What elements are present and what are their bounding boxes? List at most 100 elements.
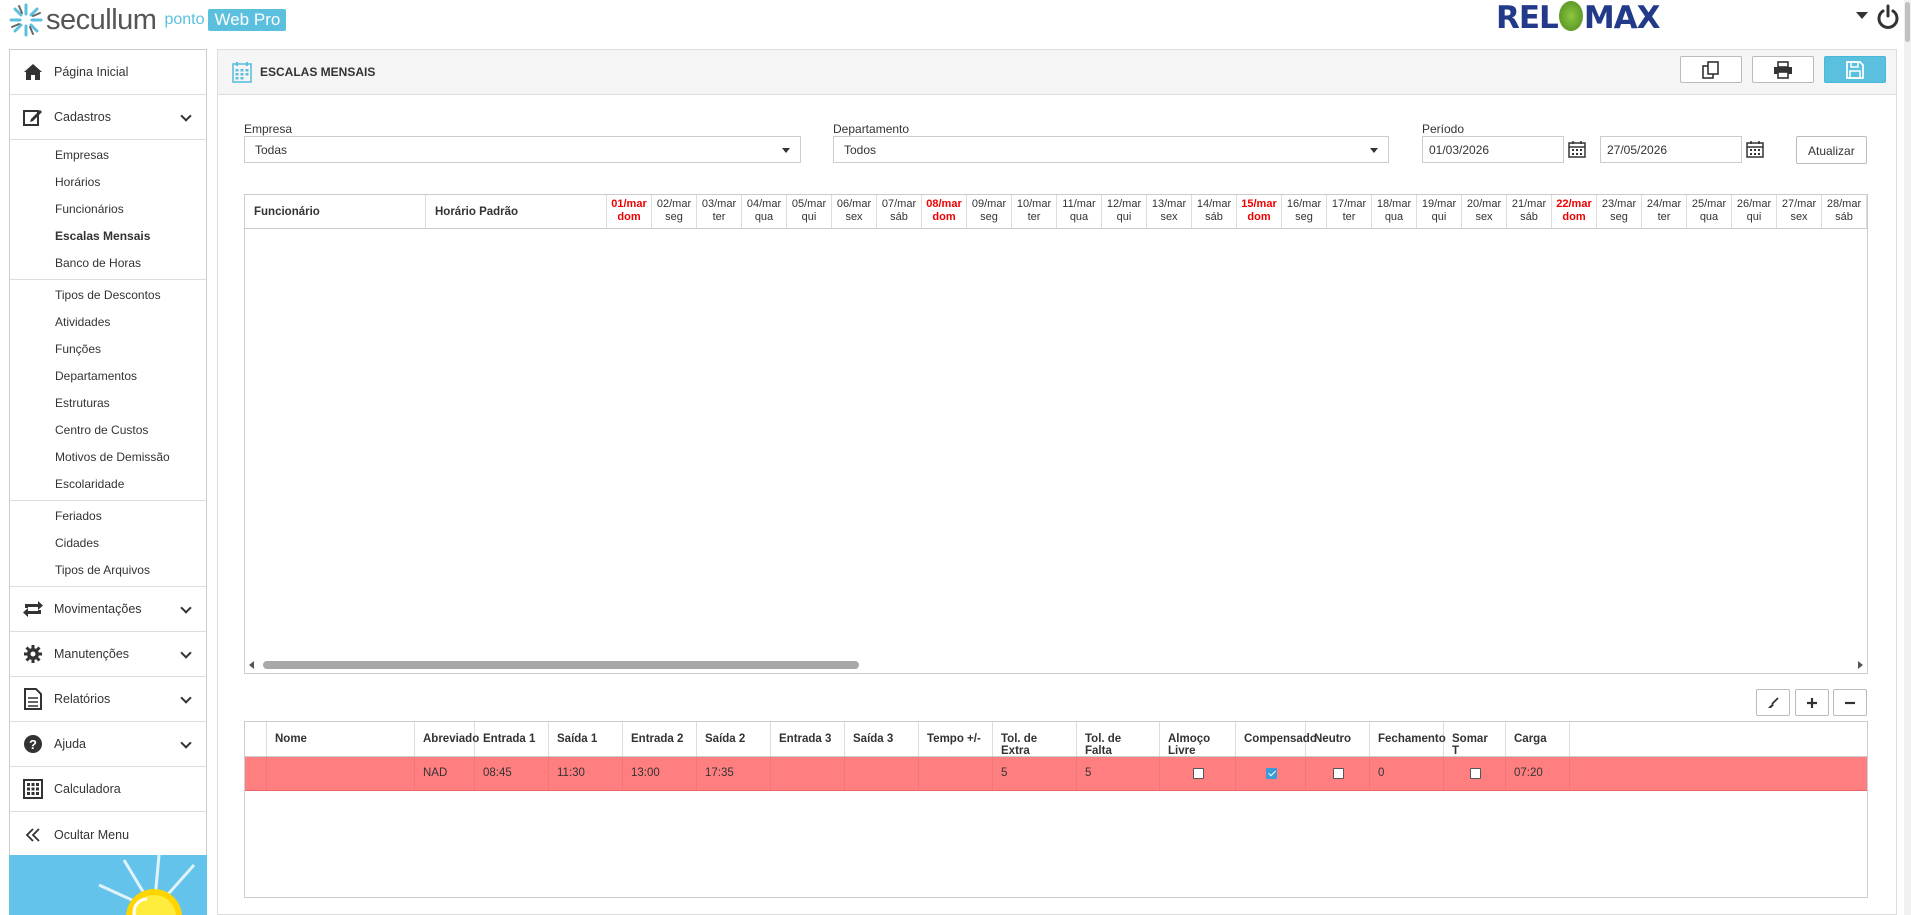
cell-entrada1[interactable]: 08:45 — [475, 757, 549, 790]
clear-button[interactable] — [1756, 689, 1790, 716]
cell-almoco_livre[interactable] — [1160, 757, 1236, 790]
period-start-input[interactable]: 01/03/2026 — [1422, 136, 1564, 163]
nav-relatorios[interactable]: Relatórios — [10, 677, 206, 722]
sidebar-item-atividades[interactable]: Atividades — [10, 309, 206, 336]
col-header[interactable]: Entrada 2 — [623, 722, 697, 756]
col-header[interactable]: Entrada 1 — [475, 722, 549, 756]
day-column-header[interactable]: 14/mar sáb — [1192, 195, 1237, 228]
col-header[interactable] — [245, 722, 267, 756]
copy-button[interactable] — [1680, 56, 1742, 83]
day-column-header[interactable]: 03/mar ter — [697, 195, 742, 228]
print-button[interactable] — [1752, 56, 1814, 83]
cell-saida1[interactable]: 11:30 — [549, 757, 623, 790]
day-column-header[interactable]: 08/mar dom — [922, 195, 967, 228]
sidebar-item-motivos-de-demissao[interactable]: Motivos de Demissão — [10, 444, 206, 471]
secullum-logo[interactable]: secullum ponto Web Pro — [8, 2, 287, 38]
scroll-left-arrow-icon[interactable] — [249, 661, 254, 669]
sidebar-item-cidades[interactable]: Cidades — [10, 530, 206, 557]
col-header[interactable]: Saída 2 — [697, 722, 771, 756]
page-scrollbar-thumb[interactable] — [1905, 2, 1910, 42]
col-header[interactable]: Compensado — [1236, 722, 1317, 756]
scroll-right-arrow-icon[interactable] — [1858, 661, 1863, 669]
cell-compensado[interactable] — [1236, 757, 1306, 790]
day-column-header[interactable]: 20/mar sex — [1462, 195, 1507, 228]
day-column-header[interactable]: 19/mar qui — [1417, 195, 1462, 228]
col-header[interactable]: Abreviado — [415, 722, 479, 756]
add-row-button[interactable] — [1795, 689, 1829, 716]
col-header[interactable]: Carga — [1506, 722, 1570, 756]
day-column-header[interactable]: 17/mar ter — [1327, 195, 1372, 228]
cell-nome[interactable] — [267, 757, 415, 790]
horizontal-scrollbar[interactable] — [245, 657, 1867, 673]
sidebar-item-estruturas[interactable]: Estruturas — [10, 390, 206, 417]
cell-tempo[interactable] — [919, 757, 993, 790]
cell-entrada2[interactable]: 13:00 — [623, 757, 697, 790]
page-scrollbar[interactable] — [1904, 0, 1911, 915]
cell-fechamento[interactable]: 0 — [1370, 757, 1444, 790]
day-column-header[interactable]: 07/mar sáb — [877, 195, 922, 228]
sidebar-item-funcionarios[interactable]: Funcionários — [10, 196, 206, 223]
col-header[interactable]: Saída 3 — [845, 722, 919, 756]
save-button[interactable] — [1824, 56, 1886, 83]
col-header[interactable]: Almoço Livre — [1160, 722, 1236, 757]
day-column-header[interactable]: 13/mar sex — [1147, 195, 1192, 228]
sidebar-item-departamentos[interactable]: Departamentos — [10, 363, 206, 390]
day-column-header[interactable]: 12/mar qui — [1102, 195, 1147, 228]
cell-tol-falta[interactable]: 5 — [1077, 757, 1160, 790]
sidebar-item-escalas-mensais[interactable]: Escalas Mensais — [10, 223, 206, 250]
sidebar-item-banco-de-horas[interactable]: Banco de Horas — [10, 250, 206, 277]
day-column-header[interactable]: 05/mar qui — [787, 195, 832, 228]
nav-calculadora[interactable]: Calculadora — [10, 767, 206, 812]
day-column-header[interactable]: 10/mar ter — [1012, 195, 1057, 228]
somar-t-checkbox[interactable] — [1469, 768, 1481, 779]
cell-somar_t[interactable] — [1444, 757, 1506, 790]
day-column-header[interactable]: 25/mar qua — [1687, 195, 1732, 228]
day-column-header[interactable]: 24/mar ter — [1642, 195, 1687, 228]
day-column-header[interactable]: 26/mar qui — [1732, 195, 1777, 228]
day-column-header[interactable]: 23/mar seg — [1597, 195, 1642, 228]
sidebar-item-feriados[interactable]: Feriados — [10, 503, 206, 530]
cell-carga[interactable]: 07:20 — [1506, 757, 1570, 790]
almoco-livre-checkbox[interactable] — [1192, 768, 1204, 779]
col-horario-padrao[interactable]: Horário Padrão — [426, 195, 607, 228]
col-header[interactable]: Neutro — [1306, 722, 1370, 756]
departamento-select[interactable]: Todos — [833, 136, 1389, 163]
remove-row-button[interactable] — [1833, 689, 1867, 716]
day-column-header[interactable]: 01/mar dom — [607, 195, 652, 228]
nav-ajuda[interactable]: ? Ajuda — [10, 722, 206, 767]
nav-cadastros[interactable]: Cadastros — [10, 95, 206, 140]
nav-hide-menu[interactable]: Ocultar Menu — [10, 812, 206, 857]
col-header[interactable]: Somar T — [1444, 722, 1506, 757]
refresh-button[interactable]: Atualizar — [1796, 136, 1867, 164]
col-funcionario[interactable]: Funcionário — [245, 195, 426, 228]
sidebar-item-funcoes[interactable]: Funções — [10, 336, 206, 363]
row-selector[interactable] — [245, 757, 267, 790]
col-header[interactable]: Fechamento — [1370, 722, 1446, 756]
sidebar-item-tipos-de-arquivos[interactable]: Tipos de Arquivos — [10, 557, 206, 584]
neutro-checkbox[interactable] — [1332, 768, 1344, 779]
day-column-header[interactable]: 11/mar qua — [1057, 195, 1102, 228]
nav-manutencoes[interactable]: Manutenções — [10, 632, 206, 677]
table-row[interactable]: NAD 08:45 11:30 13:00 17:35 5 5 0 07:20 — [245, 757, 1867, 791]
cell-saida3[interactable] — [845, 757, 919, 790]
sidebar-item-escolaridade[interactable]: Escolaridade — [10, 471, 206, 498]
calendar-picker-icon[interactable] — [1746, 140, 1764, 158]
day-column-header[interactable]: 21/mar sáb — [1507, 195, 1552, 228]
cell-neutro[interactable] — [1306, 757, 1370, 790]
col-header[interactable]: Tempo +/- — [919, 722, 993, 756]
cell-saida2[interactable]: 17:35 — [697, 757, 771, 790]
day-column-header[interactable]: 04/mar qua — [742, 195, 787, 228]
col-header[interactable]: Entrada 3 — [771, 722, 845, 756]
user-menu-caret-icon[interactable] — [1856, 12, 1868, 19]
horizontal-scrollbar-thumb[interactable] — [263, 661, 859, 669]
cell-tol-extra[interactable]: 5 — [993, 757, 1077, 790]
day-column-header[interactable]: 09/mar seg — [967, 195, 1012, 228]
cell-entrada3[interactable] — [771, 757, 845, 790]
day-column-header[interactable]: 02/mar seg — [652, 195, 697, 228]
col-header[interactable]: Tol. de Falta — [1077, 722, 1160, 757]
day-column-header[interactable]: 22/mar dom — [1552, 195, 1597, 228]
compensado-checkbox[interactable] — [1265, 768, 1277, 779]
col-header[interactable]: Saída 1 — [549, 722, 623, 756]
sidebar-item-empresas[interactable]: Empresas — [10, 142, 206, 169]
day-column-header[interactable]: 16/mar seg — [1282, 195, 1327, 228]
